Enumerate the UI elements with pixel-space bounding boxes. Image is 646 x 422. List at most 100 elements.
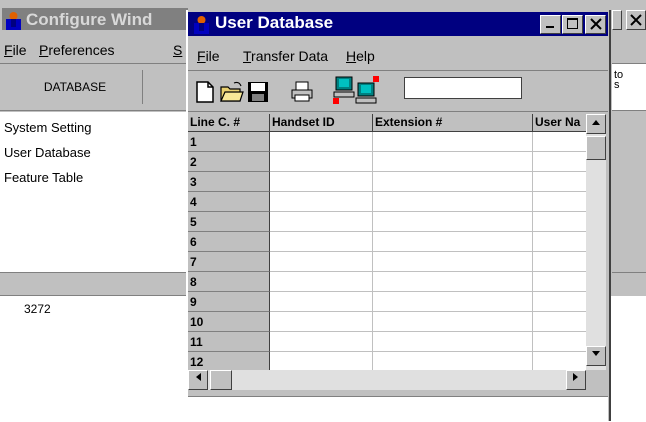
table-cell[interactable] bbox=[533, 172, 586, 192]
table-cell[interactable] bbox=[533, 152, 586, 172]
maximize-button[interactable] bbox=[562, 15, 583, 34]
user-table: Line C. # Handset ID Extension # User Na… bbox=[188, 114, 586, 370]
table-cell[interactable] bbox=[270, 192, 373, 212]
menu-preferences[interactable]: Preferences bbox=[39, 42, 115, 58]
table-cell[interactable] bbox=[373, 232, 533, 252]
close-button[interactable] bbox=[585, 15, 606, 34]
menu-file[interactable]: File bbox=[197, 48, 220, 64]
figure-number: 3272 bbox=[24, 302, 51, 316]
table-cell[interactable] bbox=[270, 252, 373, 272]
menu-transfer-data[interactable]: Transfer Data bbox=[243, 48, 328, 64]
configure-window-right-edge bbox=[612, 8, 646, 294]
arrow-right-icon bbox=[573, 373, 578, 381]
vertical-scrollbar[interactable] bbox=[586, 114, 606, 370]
table-cell[interactable] bbox=[373, 152, 533, 172]
row-header[interactable]: 10 bbox=[188, 312, 270, 332]
row-header[interactable]: 2 bbox=[188, 152, 270, 172]
row-header[interactable]: 7 bbox=[188, 252, 270, 272]
transfer-computers-icon[interactable] bbox=[333, 74, 379, 106]
right-panel-text: to s bbox=[614, 69, 624, 91]
table-cell[interactable] bbox=[373, 192, 533, 212]
configure-window-title: Configure Wind bbox=[26, 10, 153, 29]
arrow-down-icon bbox=[592, 351, 600, 356]
row-header[interactable]: 1 bbox=[188, 132, 270, 152]
row-header[interactable]: 8 bbox=[188, 272, 270, 292]
table-cell[interactable] bbox=[533, 192, 586, 212]
nav-item-system-setting[interactable]: System Setting bbox=[4, 120, 91, 135]
close-button-bg[interactable] bbox=[626, 10, 646, 30]
table-cell[interactable] bbox=[533, 332, 586, 352]
table-cell[interactable] bbox=[373, 212, 533, 232]
row-header[interactable]: 12 bbox=[188, 352, 270, 370]
table-cell[interactable] bbox=[373, 292, 533, 312]
table-cell[interactable] bbox=[533, 212, 586, 232]
menu-s-bg[interactable]: S bbox=[173, 42, 182, 58]
table-cell[interactable] bbox=[373, 272, 533, 292]
row-header[interactable]: 6 bbox=[188, 232, 270, 252]
close-icon bbox=[589, 18, 602, 30]
nav-item-feature-table[interactable]: Feature Table bbox=[4, 170, 83, 185]
save-icon[interactable] bbox=[246, 80, 270, 104]
table-cell[interactable] bbox=[270, 272, 373, 292]
open-folder-icon[interactable] bbox=[220, 80, 244, 104]
scroll-up-button[interactable] bbox=[586, 114, 606, 134]
row-header[interactable]: 9 bbox=[188, 292, 270, 312]
table-cell[interactable] bbox=[533, 272, 586, 292]
table-cell[interactable] bbox=[533, 252, 586, 272]
database-button-label: DATABASE bbox=[43, 80, 107, 94]
table-cell[interactable] bbox=[270, 352, 373, 370]
maximize-button-bg[interactable] bbox=[612, 10, 622, 30]
maximize-icon bbox=[566, 18, 578, 29]
scrollbar-corner bbox=[586, 370, 606, 390]
table-cell[interactable] bbox=[373, 252, 533, 272]
arrow-left-icon bbox=[196, 373, 201, 381]
table-cell[interactable] bbox=[270, 152, 373, 172]
table-cell[interactable] bbox=[270, 292, 373, 312]
horizontal-scrollbar[interactable] bbox=[188, 370, 586, 390]
menu-file-bg[interactable]: File bbox=[4, 42, 27, 58]
scroll-right-button[interactable] bbox=[566, 370, 586, 390]
row-header[interactable]: 5 bbox=[188, 212, 270, 232]
scroll-left-button[interactable] bbox=[188, 370, 208, 390]
user-database-statusbar bbox=[188, 396, 608, 422]
table-cell[interactable] bbox=[533, 292, 586, 312]
table-cell[interactable] bbox=[533, 132, 586, 152]
app-person-icon bbox=[194, 16, 209, 34]
table-cell[interactable] bbox=[373, 132, 533, 152]
column-header-extension[interactable]: Extension # bbox=[373, 114, 533, 132]
table-cell[interactable] bbox=[373, 172, 533, 192]
nav-item-user-database[interactable]: User Database bbox=[4, 145, 91, 160]
new-file-icon[interactable] bbox=[193, 80, 217, 104]
close-icon bbox=[630, 14, 642, 26]
menu-help[interactable]: Help bbox=[346, 48, 375, 64]
column-header-user-name[interactable]: User Na bbox=[533, 114, 586, 132]
user-database-title: User Database bbox=[215, 13, 334, 32]
table-cell[interactable] bbox=[270, 332, 373, 352]
table-cell[interactable] bbox=[270, 132, 373, 152]
table-cell[interactable] bbox=[533, 352, 586, 370]
table-cell[interactable] bbox=[533, 312, 586, 332]
table-cell[interactable] bbox=[270, 232, 373, 252]
table-cell[interactable] bbox=[533, 232, 586, 252]
minimize-button[interactable] bbox=[540, 15, 561, 34]
horizontal-scroll-thumb[interactable] bbox=[210, 370, 232, 390]
configure-statusbar bbox=[0, 272, 188, 296]
toolbar-search-input[interactable] bbox=[404, 77, 522, 99]
row-header[interactable]: 3 bbox=[188, 172, 270, 192]
table-cell[interactable] bbox=[270, 212, 373, 232]
table-cell[interactable] bbox=[373, 332, 533, 352]
row-header[interactable]: 11 bbox=[188, 332, 270, 352]
table-cell[interactable] bbox=[270, 172, 373, 192]
right-statusbar bbox=[612, 272, 646, 295]
print-icon[interactable] bbox=[290, 80, 314, 104]
arrow-up-icon bbox=[592, 120, 600, 125]
column-header-line[interactable]: Line C. # bbox=[188, 114, 270, 132]
row-header[interactable]: 4 bbox=[188, 192, 270, 212]
table-cell[interactable] bbox=[270, 312, 373, 332]
scroll-down-button[interactable] bbox=[586, 346, 606, 366]
column-header-handset-id[interactable]: Handset ID bbox=[270, 114, 373, 132]
app-person-icon bbox=[6, 12, 21, 30]
table-cell[interactable] bbox=[373, 312, 533, 332]
table-cell[interactable] bbox=[373, 352, 533, 370]
vertical-scroll-thumb[interactable] bbox=[586, 136, 606, 160]
